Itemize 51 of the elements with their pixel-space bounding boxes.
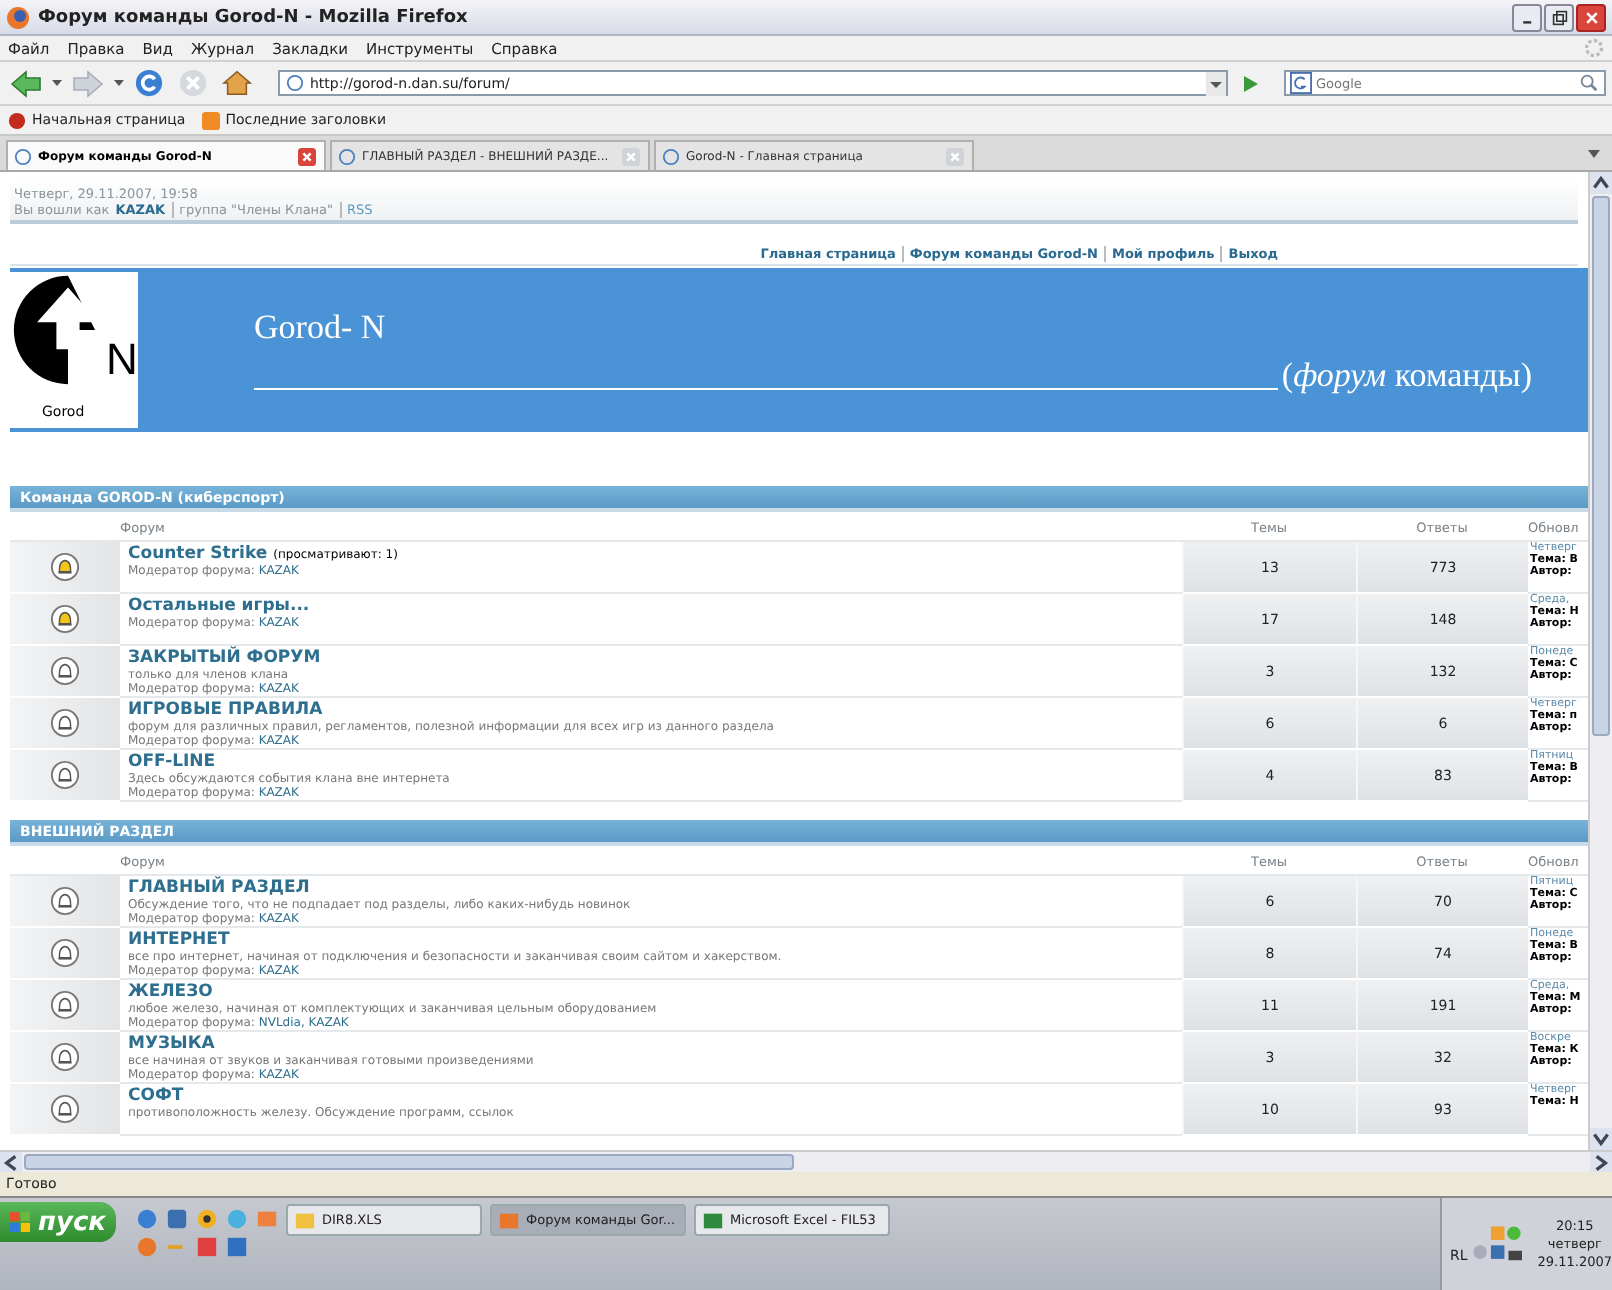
tab-list-icon[interactable]: [1588, 150, 1600, 158]
back-button[interactable]: [6, 69, 46, 97]
scroll-up-icon[interactable]: [1590, 172, 1612, 194]
forum-link[interactable]: OFF-LINE: [128, 752, 216, 772]
app-icon: [702, 1209, 724, 1231]
media-icon[interactable]: [196, 1208, 218, 1230]
close-tab-icon[interactable]: [298, 147, 316, 165]
flag-icon: [10, 1210, 30, 1234]
forum-link[interactable]: ЖЕЛЕЗО: [128, 982, 213, 1002]
scroll-left-icon[interactable]: [0, 1152, 22, 1174]
page-icon: [662, 147, 680, 165]
restore-icon: [1551, 9, 1567, 25]
scrollbar-thumb[interactable]: [24, 1154, 794, 1170]
restore-button[interactable]: [1544, 3, 1574, 31]
search-engine-icon[interactable]: [1290, 72, 1312, 94]
forum-link[interactable]: ГЛАВНЫЙ РАЗДЕЛ: [128, 878, 310, 898]
minimize-button[interactable]: [1512, 3, 1542, 31]
horizontal-scrollbar[interactable]: [0, 1150, 1612, 1172]
forum-link[interactable]: Остальные игры...: [128, 596, 310, 616]
banner-subtitle: (форум команды): [1281, 356, 1532, 396]
app-icon[interactable]: [166, 1208, 188, 1230]
page-icon: [338, 147, 356, 165]
forum-link[interactable]: СОФТ: [128, 1086, 184, 1106]
app-icon[interactable]: [226, 1236, 248, 1258]
app-icon: [498, 1209, 520, 1231]
search-icon[interactable]: [1578, 72, 1600, 94]
forum-link[interactable]: Counter Strike: [128, 544, 268, 564]
tray-icons-drawing[interactable]: [1471, 1222, 1526, 1266]
page-icon: [286, 74, 304, 92]
dropdown-icon[interactable]: [52, 80, 62, 86]
app-icon: [294, 1209, 316, 1231]
banner-title: Gorod- N: [254, 308, 388, 348]
logo-letter: N: [106, 338, 138, 382]
forum-link[interactable]: ИНТЕРНЕТ: [128, 930, 230, 950]
dropdown-icon[interactable]: [114, 80, 124, 86]
window-title: Форум команды Gorod-N - Mozilla Firefox: [38, 7, 470, 27]
forum-link[interactable]: ЗАКРЫТЫЙ ФОРУМ: [128, 648, 321, 668]
scroll-down-icon[interactable]: [1590, 1128, 1612, 1150]
start-button[interactable]: пуск: [0, 1202, 116, 1242]
close-button[interactable]: [1576, 3, 1606, 31]
rss-icon: [201, 111, 220, 129]
forum-link[interactable]: ИГРОВЫЕ ПРАВИЛА: [128, 700, 323, 720]
page-icon: [14, 147, 32, 165]
reload-button[interactable]: [130, 68, 168, 98]
dropdown-icon[interactable]: [1206, 71, 1226, 95]
forum-link[interactable]: МУЗЫКА: [128, 1034, 215, 1054]
close-icon: [1583, 9, 1599, 25]
vertical-scrollbar[interactable]: [1588, 172, 1612, 1150]
home-button[interactable]: [218, 68, 256, 98]
scroll-right-icon[interactable]: [1590, 1152, 1612, 1174]
scrollbar-thumb[interactable]: [1592, 196, 1610, 736]
